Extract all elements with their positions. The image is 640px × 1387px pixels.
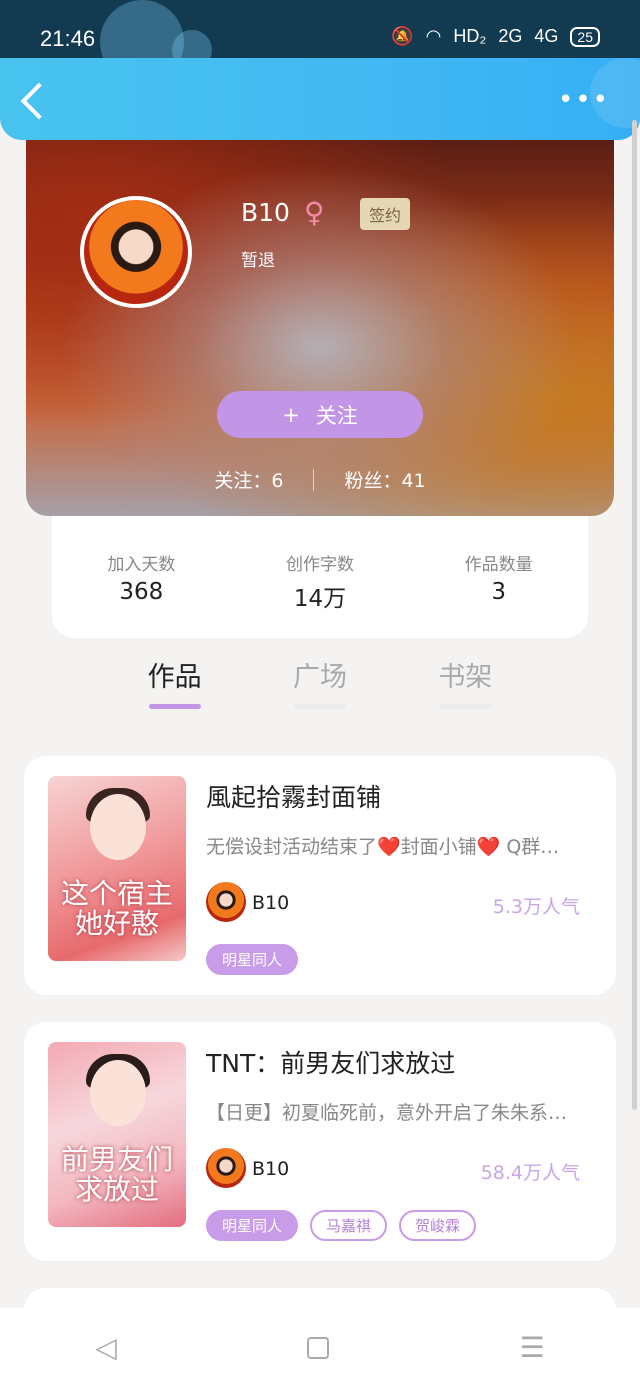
more-options-icon[interactable]: ••• <box>558 87 610 113</box>
tab-bookshelf[interactable]: 书架 <box>393 655 538 711</box>
avatar[interactable] <box>80 196 192 308</box>
tab-label: 广场 <box>292 662 347 693</box>
status-time: 21:46 <box>40 26 96 51</box>
tab-square[interactable]: 广场 <box>247 655 392 711</box>
contract-badge: 签约 <box>360 198 411 230</box>
divider <box>313 468 315 491</box>
tag[interactable]: 马嘉祺 <box>310 1210 388 1241</box>
tab-indicator <box>439 704 492 709</box>
app-header: ••• <box>0 58 640 140</box>
tab-works[interactable]: 作品 <box>102 655 247 711</box>
stat-join-days: 加入天数 368 <box>52 516 231 638</box>
author-avatar[interactable] <box>206 882 246 922</box>
book-cover[interactable]: 前男友们求放过 <box>48 1042 186 1227</box>
tab-label: 书架 <box>438 662 493 693</box>
tag[interactable]: 明星同人 <box>206 944 299 975</box>
user-name: B10 <box>241 198 290 227</box>
stat-label: 作品数量 <box>464 555 533 575</box>
battery-icon: 25 <box>570 26 600 47</box>
back-icon[interactable] <box>20 82 58 120</box>
stat-label: 加入天数 <box>107 555 176 575</box>
work-title[interactable]: 風起拾霧封面铺 <box>206 778 381 814</box>
tab-label: 作品 <box>147 662 202 693</box>
scrollbar[interactable] <box>632 120 637 1110</box>
hd-indicator: HD₂ <box>453 26 487 46</box>
wifi-icon: ◠ <box>425 26 442 46</box>
tag-list: 明星同人 <box>206 944 299 975</box>
mute-icon: 🔕 <box>391 26 414 46</box>
system-nav-bar: ◁ ☰ <box>0 1308 640 1387</box>
stat-label: 创作字数 <box>286 555 354 575</box>
cover-title: 这个宿主她好憨 <box>60 877 173 940</box>
stat-works-count: 作品数量 3 <box>409 516 588 638</box>
author-name[interactable]: B10 <box>252 1158 289 1180</box>
home-nav-icon[interactable] <box>307 1336 330 1359</box>
profile-tabs: 作品 广场 书架 <box>102 655 538 711</box>
profile-hero: B10 ♀ 签约 暂退 + 关注 关注：6 粉丝：41 <box>26 140 614 516</box>
work-description: 【日更】初夏临死前，意外开启了朱朱系… <box>206 1102 568 1124</box>
tag[interactable]: 明星同人 <box>206 1210 299 1241</box>
follow-stats: 关注：6 粉丝：41 <box>26 466 614 493</box>
plus-icon: + <box>282 402 300 427</box>
followers-count[interactable]: 粉丝：41 <box>344 466 425 493</box>
status-bar: 21:46 🔕 ◠ HD₂ 2G 4G 25 <box>0 0 640 84</box>
signal-2g-icon: 2G <box>498 26 523 46</box>
popularity: 58.4万人气 <box>480 1162 580 1184</box>
female-icon: ♀ <box>304 196 325 229</box>
work-description: 无偿设封活动结束了❤️封面小铺❤️ Q群… <box>206 836 560 858</box>
cover-art <box>90 794 146 860</box>
work-card[interactable]: 这个宿主她好憨 風起拾霧封面铺 无偿设封活动结束了❤️封面小铺❤️ Q群… B1… <box>24 756 616 995</box>
follow-label: 关注 <box>315 403 358 428</box>
tab-indicator <box>149 704 201 709</box>
tab-indicator <box>294 704 347 709</box>
signal-4g-icon: 4G <box>534 26 559 46</box>
book-cover[interactable]: 这个宿主她好憨 <box>48 776 186 961</box>
stat-value: 3 <box>491 579 506 605</box>
work-title[interactable]: TNT：前男友们求放过 <box>206 1044 455 1080</box>
tag[interactable]: 贺峻霖 <box>399 1210 477 1241</box>
status-icons: 🔕 ◠ HD₂ 2G 4G 25 <box>391 26 600 47</box>
stats-card: 加入天数 368 创作字数 14万 作品数量 3 <box>52 516 588 638</box>
tag-list: 明星同人 马嘉祺 贺峻霖 <box>206 1210 477 1241</box>
back-nav-icon[interactable]: ◁ <box>95 1331 117 1364</box>
user-status: 暂退 <box>241 251 275 271</box>
work-card[interactable]: 前男友们求放过 TNT：前男友们求放过 【日更】初夏临死前，意外开启了朱朱系… … <box>24 1022 616 1261</box>
author-name[interactable]: B10 <box>252 892 289 914</box>
cover-title: 前男友们求放过 <box>60 1143 173 1206</box>
cover-art <box>90 1060 146 1126</box>
stat-value: 368 <box>119 579 164 605</box>
stat-word-count: 创作字数 14万 <box>231 516 410 638</box>
popularity: 5.3万人气 <box>492 896 580 918</box>
stat-value: 14万 <box>293 586 347 612</box>
author-avatar[interactable] <box>206 1148 246 1188</box>
follow-button[interactable]: + 关注 <box>217 391 423 438</box>
menu-nav-icon[interactable]: ☰ <box>520 1331 545 1364</box>
following-count[interactable]: 关注：6 <box>214 466 283 493</box>
